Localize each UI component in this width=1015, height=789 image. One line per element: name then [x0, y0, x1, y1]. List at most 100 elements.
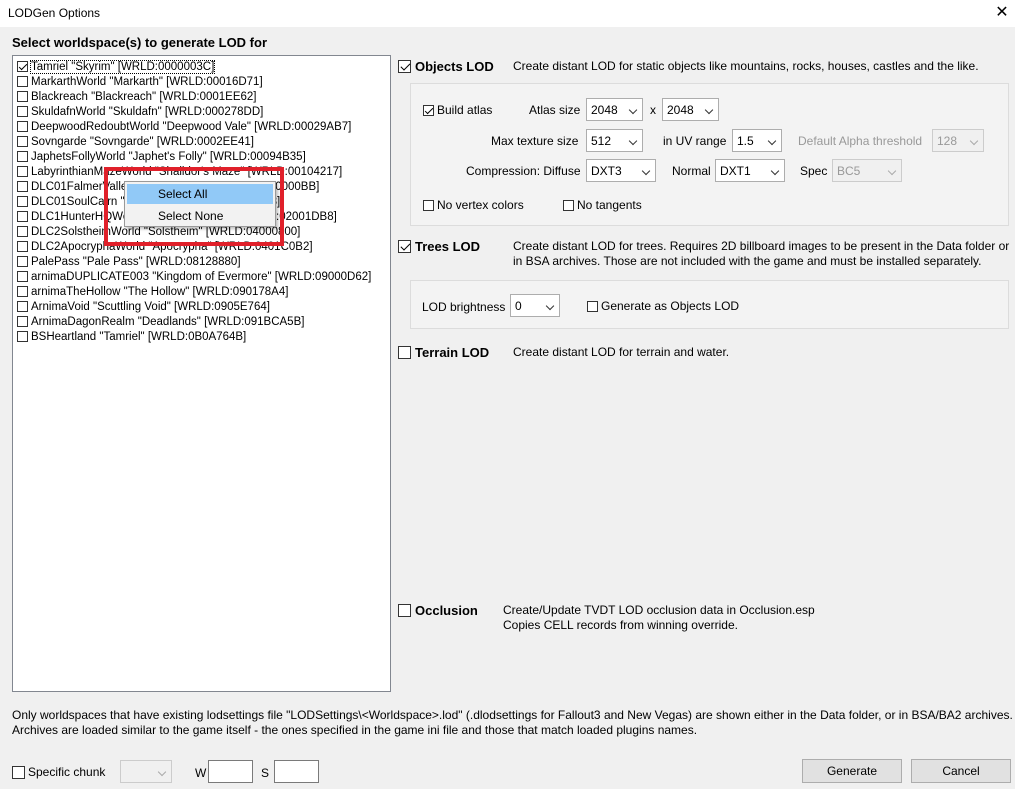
chevron-down-icon: [545, 301, 555, 311]
worldspace-item[interactable]: arnimaTheHollow "The Hollow" [WRLD:09017…: [17, 284, 288, 299]
normal-label: Normal: [672, 164, 711, 178]
no-vertex-colors-checkbox[interactable]: No vertex colors: [423, 198, 524, 212]
trees-lod-checkbox[interactable]: Trees LOD: [398, 239, 480, 254]
chevron-down-icon: [628, 105, 638, 115]
info-line2: Archives are loaded similar to the game …: [12, 723, 698, 737]
chevron-down-icon: [628, 136, 638, 146]
cancel-button[interactable]: Cancel: [911, 759, 1011, 783]
worldspace-check-icon[interactable]: [17, 121, 28, 132]
lod-brightness-label: LOD brightness: [422, 300, 506, 314]
worldspace-label: Tamriel "Skyrim" [WRLD:0000003C]: [29, 59, 216, 74]
worldspace-check-icon[interactable]: [17, 316, 28, 327]
worldspace-item[interactable]: DeepwoodRedoubtWorld "Deepwood Vale" [WR…: [17, 119, 351, 134]
worldspace-item[interactable]: Tamriel "Skyrim" [WRLD:0000003C]: [17, 59, 216, 74]
chevron-down-icon: [770, 166, 780, 176]
worldspace-label: BSHeartland "Tamriel" [WRLD:0B0A764B]: [31, 330, 247, 343]
terrain-lod-checkbox[interactable]: Terrain LOD: [398, 345, 489, 360]
window-title: LODGen Options: [8, 6, 101, 20]
s-input[interactable]: [274, 760, 319, 783]
s-label: S: [261, 766, 270, 780]
diffuse-value: DXT3: [591, 163, 622, 178]
occlusion-label: Occlusion: [415, 603, 478, 618]
normal-dropdown[interactable]: DXT1: [715, 159, 785, 182]
worldspace-item[interactable]: arnimaDUPLICATE003 "Kingdom of Evermore"…: [17, 269, 371, 284]
worldspace-item[interactable]: JaphetsFollyWorld "Japhet's Folly" [WRLD…: [17, 149, 306, 164]
objects-lod-label: Objects LOD: [415, 59, 494, 74]
worldspace-item[interactable]: BSHeartland "Tamriel" [WRLD:0B0A764B]: [17, 329, 246, 344]
worldspace-item[interactable]: Sovngarde "Sovngarde" [WRLD:0002EE41]: [17, 134, 254, 149]
worldspace-check-icon[interactable]: [17, 286, 28, 297]
worldspace-list[interactable]: Tamriel "Skyrim" [WRLD:0000003C] Markarth…: [12, 55, 391, 692]
occlusion-check-icon: [398, 604, 411, 617]
worldspace-label: Sovngarde "Sovngarde" [WRLD:0002EE41]: [31, 135, 254, 148]
diffuse-dropdown[interactable]: DXT3: [586, 159, 656, 182]
specific-chunk-checkbox[interactable]: Specific chunk: [12, 765, 105, 779]
objects-lod-desc: Create distant LOD for static objects li…: [513, 59, 979, 73]
lod-brightness-dropdown[interactable]: 0: [510, 294, 560, 317]
w-input[interactable]: [208, 760, 253, 783]
compression-diffuse-label: Compression: Diffuse: [466, 164, 581, 178]
trees-lod-desc-line1: Create distant LOD for trees. Requires 2…: [513, 239, 1010, 253]
worldspace-check-icon[interactable]: [17, 76, 28, 87]
worldspace-check-icon[interactable]: [17, 241, 28, 252]
worldspace-check-icon[interactable]: [17, 196, 28, 207]
worldspace-item[interactable]: PalePass "Pale Pass" [WRLD:08128880]: [17, 254, 241, 269]
worldspace-check-icon[interactable]: [17, 331, 28, 342]
chunk-dropdown: [120, 760, 172, 783]
worldspace-item[interactable]: Blackreach "Blackreach" [WRLD:0001EE62]: [17, 89, 257, 104]
generate-as-objects-checkbox[interactable]: Generate as Objects LOD: [587, 299, 739, 313]
chevron-down-icon: [887, 166, 897, 176]
worldspace-check-icon[interactable]: [17, 226, 28, 237]
occlusion-desc: Create/Update TVDT LOD occlusion data in…: [503, 603, 815, 633]
worldspace-check-icon[interactable]: [17, 151, 28, 162]
worldspace-check-icon[interactable]: [17, 91, 28, 102]
max-texture-dropdown[interactable]: 512: [586, 129, 643, 152]
spec-label: Spec: [800, 164, 828, 178]
terrain-lod-desc: Create distant LOD for terrain and water…: [513, 345, 730, 359]
worldspace-check-icon[interactable]: [17, 136, 28, 147]
worldspace-check-icon[interactable]: [17, 256, 28, 267]
info-line1: Only worldspaces that have existing lods…: [12, 708, 1013, 722]
highlight-annotation-box: [104, 167, 284, 246]
max-texture-value: 512: [591, 133, 612, 148]
no-vertex-colors-check-icon: [423, 199, 434, 211]
uv-range-label: in UV range: [663, 134, 727, 148]
worldspace-check-icon[interactable]: [17, 301, 28, 312]
trees-lod-desc: Create distant LOD for trees. Requires 2…: [513, 239, 1009, 269]
worldspace-check-icon[interactable]: [17, 271, 28, 282]
uv-range-value: 1.5: [737, 133, 754, 148]
build-atlas-checkbox[interactable]: Build atlas: [423, 103, 492, 117]
normal-value: DXT1: [720, 163, 751, 178]
worldspace-heading: Select worldspace(s) to generate LOD for: [12, 35, 268, 50]
build-atlas-label: Build atlas: [437, 103, 493, 117]
info-text: Only worldspaces that have existing lods…: [12, 708, 1013, 738]
chevron-down-icon: [969, 136, 979, 146]
alpha-threshold-dropdown: 128: [932, 129, 984, 152]
alpha-threshold-label: Default Alpha threshold: [798, 134, 923, 148]
worldspace-label: ArnimaDagonRealm "Deadlands" [WRLD:091BC…: [31, 315, 305, 328]
worldspace-check-icon[interactable]: [17, 181, 28, 192]
worldspace-item[interactable]: ArnimaDagonRealm "Deadlands" [WRLD:091BC…: [17, 314, 304, 329]
objects-lod-checkbox[interactable]: Objects LOD: [398, 59, 494, 74]
spec-dropdown: BC5: [832, 159, 902, 182]
spec-value: BC5: [837, 163, 861, 178]
atlas-height-value: 2048: [667, 102, 694, 117]
worldspace-check-icon[interactable]: [17, 211, 28, 222]
no-tangents-checkbox[interactable]: No tangents: [563, 198, 642, 212]
atlas-width-dropdown[interactable]: 2048: [586, 98, 643, 121]
uv-range-dropdown[interactable]: 1.5: [732, 129, 782, 152]
worldspace-check-icon[interactable]: [17, 61, 28, 72]
alpha-threshold-value: 128: [937, 133, 958, 148]
generate-button[interactable]: Generate: [802, 759, 902, 783]
close-button[interactable]: ✕: [990, 2, 1014, 24]
occlusion-checkbox[interactable]: Occlusion: [398, 603, 478, 618]
worldspace-check-icon[interactable]: [17, 106, 28, 117]
occlusion-desc-line2: Copies CELL records from winning overrid…: [503, 618, 738, 632]
worldspace-item[interactable]: SkuldafnWorld "Skuldafn" [WRLD:000278DD]: [17, 104, 263, 119]
worldspace-item[interactable]: MarkarthWorld "Markarth" [WRLD:00016D71]: [17, 74, 263, 89]
atlas-height-dropdown[interactable]: 2048: [662, 98, 719, 121]
objects-lod-check-icon: [398, 60, 411, 73]
worldspace-check-icon[interactable]: [17, 166, 28, 177]
worldspace-item[interactable]: ArnimaVoid "Scuttling Void" [WRLD:0905E7…: [17, 299, 270, 314]
worldspace-label: arnimaDUPLICATE003 "Kingdom of Evermore"…: [31, 270, 372, 283]
